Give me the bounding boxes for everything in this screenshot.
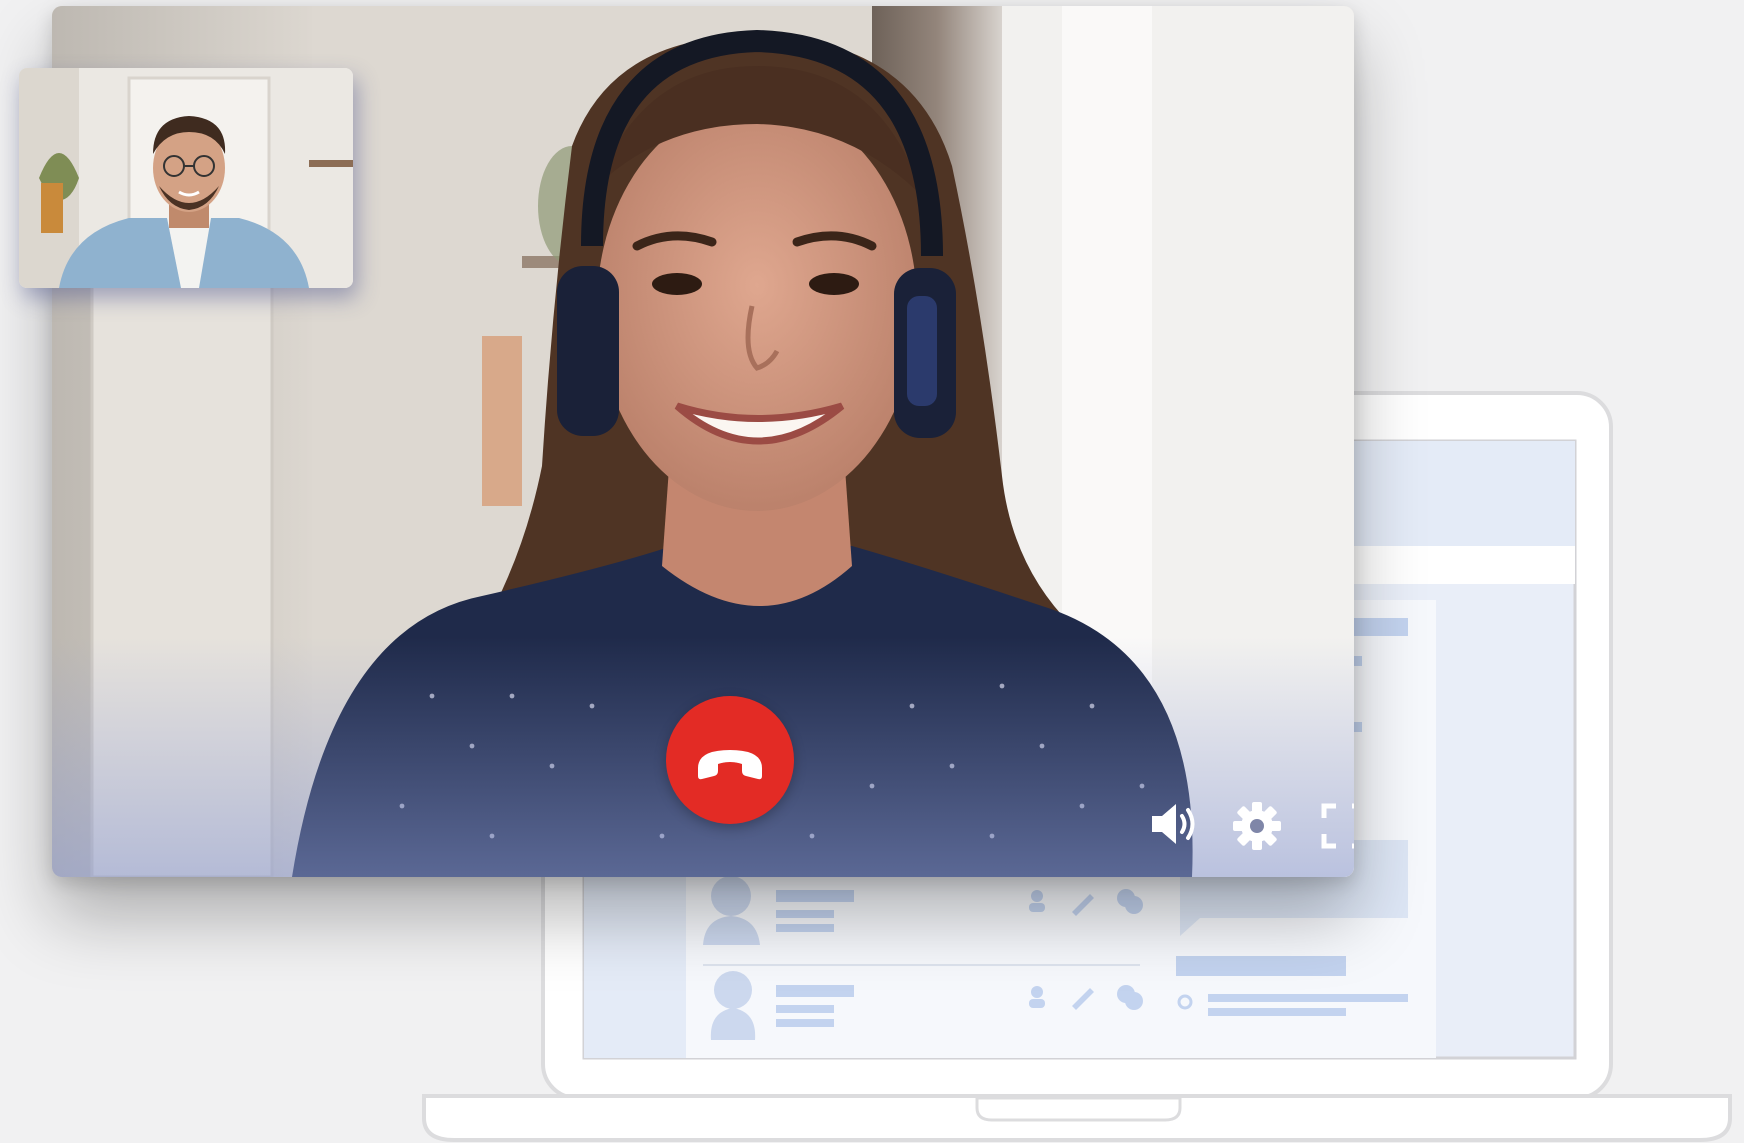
gear-icon: [1233, 802, 1281, 850]
end-call-icon: [698, 750, 762, 780]
end-call-button[interactable]: [666, 696, 794, 824]
local-participant-video: [19, 68, 353, 288]
speaker-icon: [1152, 804, 1195, 844]
fullscreen-icon: [1321, 803, 1354, 849]
fullscreen-button[interactable]: [1317, 799, 1354, 853]
settings-button[interactable]: [1229, 798, 1285, 854]
speaker-button[interactable]: [1146, 796, 1202, 852]
self-video-preview[interactable]: [19, 68, 353, 288]
